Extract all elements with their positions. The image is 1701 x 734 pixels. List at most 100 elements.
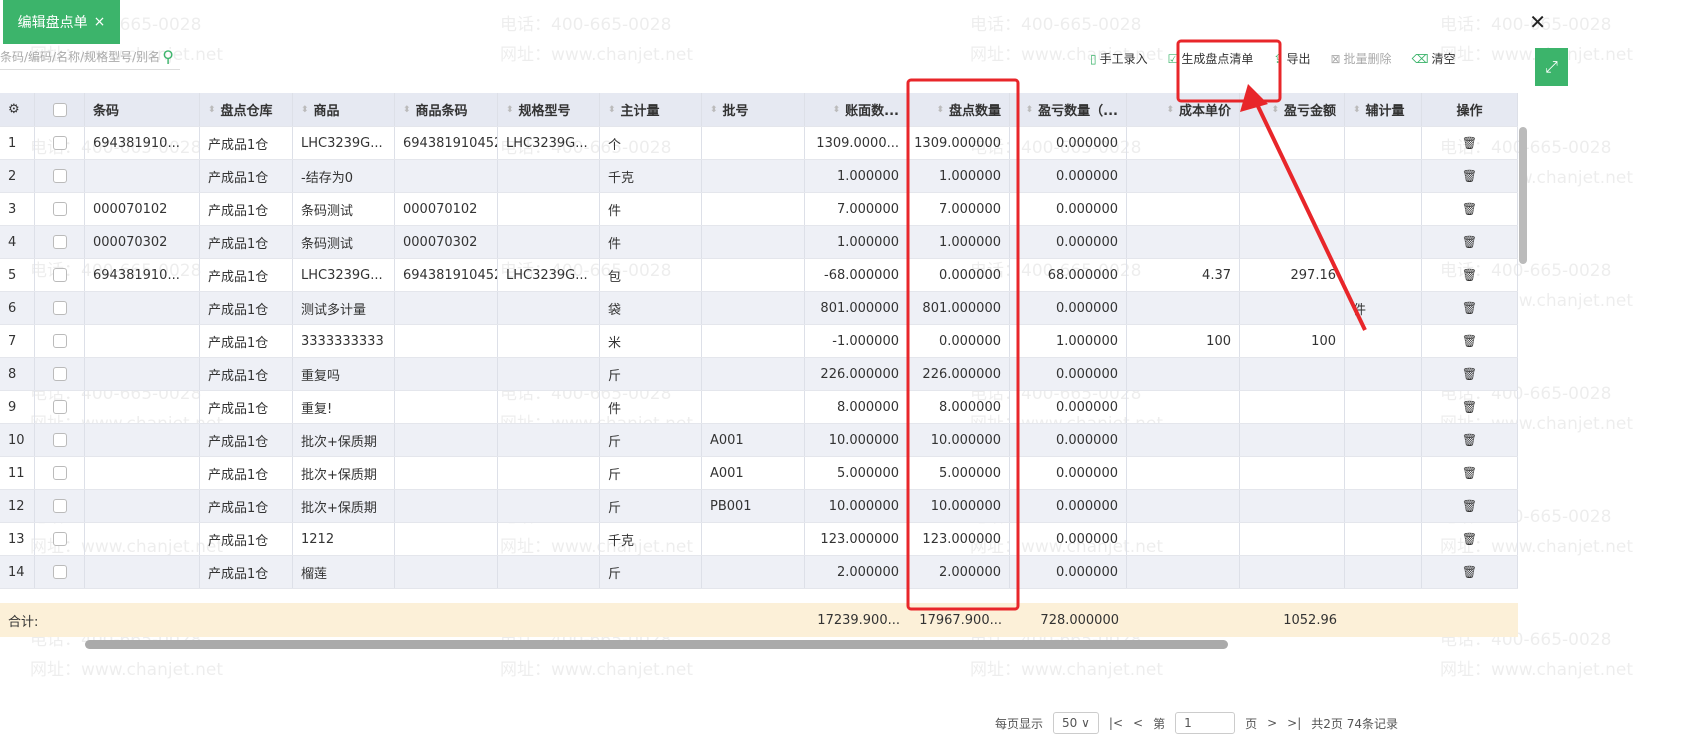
sort-icon[interactable]: ⬍ [710,105,718,115]
cell-aux [1345,424,1422,456]
cell-diff: 0.000000 [1010,127,1127,159]
column-header-count[interactable]: ⬍ 盘点数量 [908,93,1010,126]
column-header-itembc[interactable]: ⬍ 商品条码 [395,93,498,126]
watermark-site: 网址：www.chanjet.net [970,660,1164,680]
vertical-scrollbar[interactable] [1519,127,1527,264]
column-header-cost[interactable]: ⬍ 成本单价 [1127,93,1240,126]
sort-icon[interactable]: ⬍ [608,105,616,115]
column-header-batch[interactable]: ⬍ 批号 [702,93,805,126]
toolbar-button-manual-entry[interactable]: ▯ 手工录入 [1090,50,1148,67]
delete-row-icon[interactable]: 🗑 [1462,235,1477,249]
prev-page-button[interactable]: < [1133,716,1143,730]
column-header-wh[interactable]: ⬍ 盘点仓库 [200,93,293,126]
cell-aux: 件 [1345,292,1422,324]
select-all-checkbox[interactable] [52,102,67,117]
row-checkbox[interactable] [52,433,67,447]
delete-row-icon[interactable]: 🗑 [1462,301,1477,315]
row-checkbox[interactable] [52,532,67,546]
delete-row-icon[interactable]: 🗑 [1462,499,1477,513]
row-checkbox[interactable] [52,136,67,150]
column-header-diff[interactable]: ⬍ 盈亏数量（... [1010,93,1127,126]
toolbar-button-eraser[interactable]: ⌫ 清空 [1412,50,1456,67]
cell-amt: 100 [1240,325,1345,357]
column-header-spec[interactable]: ⬍ 规格型号 [498,93,600,126]
toolbar-button-export[interactable]: ⇪ 导出 [1273,50,1310,67]
window-close-icon[interactable]: ✕ [1529,10,1546,34]
delete-row-icon[interactable]: 🗑 [1462,466,1477,480]
column-header-unit[interactable]: ⬍ 主计量 [600,93,702,126]
cell-count: 10.000000 [908,490,1010,522]
row-checkbox[interactable] [52,202,67,216]
row-checkbox[interactable] [52,268,67,282]
sort-icon[interactable]: ⬍ [1353,105,1361,115]
row-checkbox[interactable] [52,235,67,249]
last-page-button[interactable]: >| [1287,716,1301,730]
sort-icon[interactable]: ⬍ [1271,105,1279,115]
toolbar-button-batch-delete[interactable]: ⊠ 批量删除 [1330,50,1391,67]
column-header-aux[interactable]: ⬍ 辅计量 [1345,93,1422,126]
column-header-book[interactable]: ⬍ 账面数... [805,93,908,126]
watermark-site: 网址：www.chanjet.net [500,660,694,680]
delete-row-icon[interactable]: 🗑 [1462,169,1477,183]
watermark-site: 网址：www.chanjet.net [30,660,224,680]
next-page-button[interactable]: > [1267,716,1277,730]
row-checkbox[interactable] [52,565,67,579]
column-header-label: 盘点数量 [948,104,1001,119]
cell-item: 1212 [293,523,395,555]
cell-cost [1127,193,1240,225]
cell-spec [498,424,600,456]
delete-row-icon[interactable]: 🗑 [1462,334,1477,348]
cell-cost [1127,160,1240,192]
column-header-amt[interactable]: ⬍ 盈亏金额 [1240,93,1345,126]
cell-count: 226.000000 [908,358,1010,390]
cell-count: 5.000000 [908,457,1010,489]
delete-row-icon[interactable]: 🗑 [1462,565,1477,579]
row-checkbox[interactable] [52,301,67,315]
row-checkbox[interactable] [52,400,67,414]
delete-row-icon[interactable]: 🗑 [1462,532,1477,546]
search-icon[interactable]: ⚲ [162,47,174,66]
cell-barcode [85,391,200,423]
summary-cell-unit [600,603,702,637]
sort-icon[interactable]: ⬍ [1026,105,1034,115]
cell-book: 8.000000 [805,391,908,423]
column-settings-icon[interactable]: ⚙ [8,102,20,117]
sort-icon[interactable]: ⬍ [833,105,841,115]
delete-row-icon[interactable]: 🗑 [1462,136,1477,150]
cell-barcode [85,358,200,390]
row-checkbox[interactable] [52,466,67,480]
horizontal-scrollbar[interactable] [85,640,1228,649]
first-page-button[interactable]: |< [1109,716,1123,730]
tab-close-icon[interactable]: × [94,14,106,30]
delete-row-icon[interactable]: 🗑 [1462,268,1477,282]
row-checkbox[interactable] [52,367,67,381]
cell-cost [1127,292,1240,324]
cell-count: 10.000000 [908,424,1010,456]
column-header-item[interactable]: ⬍ 商品 [293,93,395,126]
summary-cell-idx: 合计: [8,614,39,630]
delete-row-icon[interactable]: 🗑 [1462,367,1477,381]
row-checkbox[interactable] [52,499,67,513]
column-header-label: 主计量 [620,104,660,119]
delete-row-icon[interactable]: 🗑 [1462,400,1477,414]
summary-cell-diff: 728.000000 [1040,612,1119,628]
sort-icon[interactable]: ⬍ [1166,105,1174,115]
cell-barcode [85,457,200,489]
tab-edit-count-sheet[interactable]: 编辑盘点单 × [3,0,120,44]
sort-icon[interactable]: ⬍ [403,105,411,115]
cell-spec: LHC3239G... [498,259,600,291]
sort-icon[interactable]: ⬍ [506,105,514,115]
delete-row-icon[interactable]: 🗑 [1462,202,1477,216]
search-input[interactable]: 条码/编码/名称/规格型号/别名 ⚲ [0,44,180,70]
sort-icon[interactable]: ⬍ [936,105,944,115]
toolbar-button-clipboard-check[interactable]: ☑ 生成盘点清单 [1168,50,1254,67]
delete-row-icon[interactable]: 🗑 [1462,433,1477,447]
sort-icon[interactable]: ⬍ [301,105,309,115]
cell-wh: 产成品1仓 [200,193,293,225]
expand-icon[interactable]: ⤢ [1535,48,1568,86]
row-checkbox[interactable] [52,169,67,183]
row-checkbox[interactable] [52,334,67,348]
sort-icon[interactable]: ⬍ [208,105,216,115]
table-row: 12 产成品1仓 批次+保质期斤 PB001 10.000000 10.000000 0.0… [0,490,1518,523]
cell-book: 7.000000 [805,193,908,225]
